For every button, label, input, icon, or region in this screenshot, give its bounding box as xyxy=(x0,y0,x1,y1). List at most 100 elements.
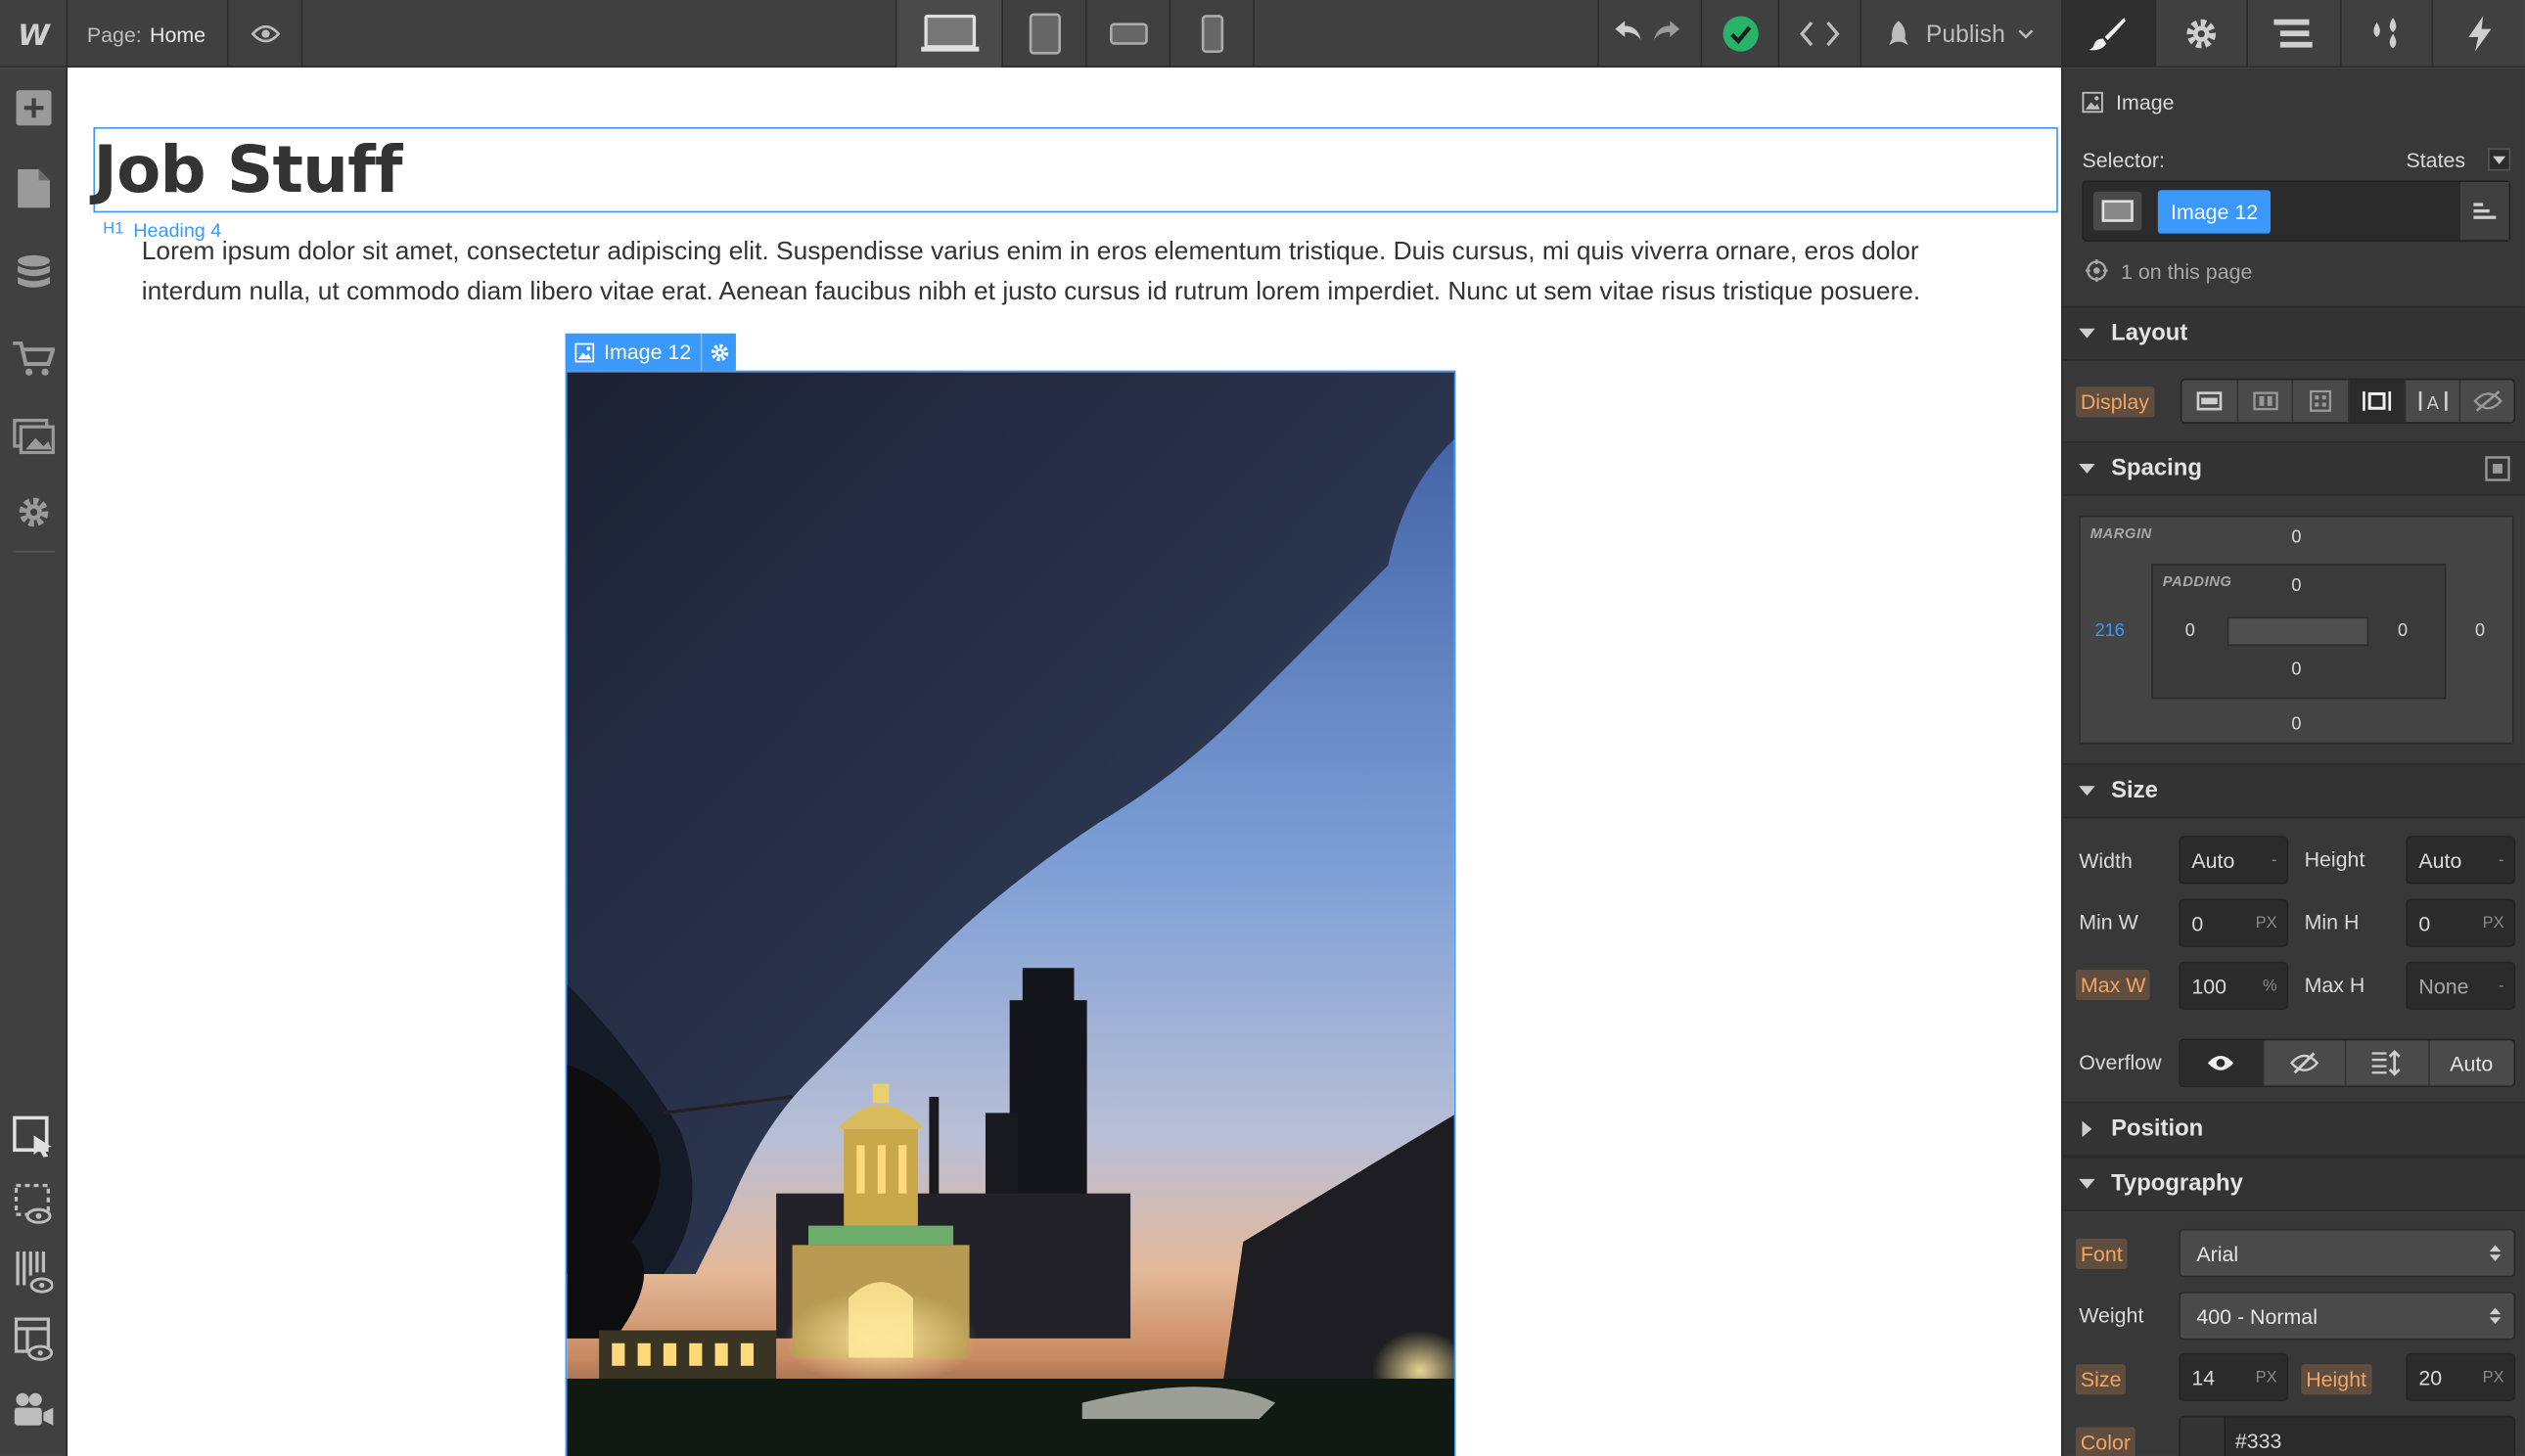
size-section-header[interactable]: Size xyxy=(2062,763,2525,819)
display-inline-icon[interactable]: A xyxy=(2406,380,2461,423)
spacing-expand-icon[interactable] xyxy=(2485,456,2510,481)
style-manager-drops-icon[interactable] xyxy=(2339,0,2432,67)
caret-down-icon xyxy=(2079,786,2095,796)
spacing-title: Spacing xyxy=(2111,455,2202,482)
preview-eye-icon[interactable] xyxy=(229,0,303,68)
show-hidden-elements-icon[interactable] xyxy=(0,1171,68,1239)
display-grid-icon[interactable] xyxy=(2294,380,2350,423)
redo-icon[interactable] xyxy=(1650,17,1682,51)
x-ray-mode-icon[interactable] xyxy=(0,1306,68,1374)
layout-section-header[interactable]: Layout xyxy=(2062,305,2525,361)
max-height-input[interactable]: None - xyxy=(2406,961,2516,1011)
weight-select[interactable]: 400 - Normal xyxy=(2179,1292,2516,1341)
select-element-icon[interactable] xyxy=(0,1104,68,1171)
margin-left-value[interactable]: 216 xyxy=(2095,621,2125,641)
navigator-icon[interactable] xyxy=(2246,0,2340,67)
padding-bottom-value[interactable]: 0 xyxy=(2291,660,2301,680)
min-width-input[interactable]: 0 PX xyxy=(2179,898,2289,947)
display-inline-block-icon[interactable] xyxy=(2349,380,2406,423)
font-size-input[interactable]: 14 PX xyxy=(2179,1352,2289,1402)
position-section-header[interactable]: Position xyxy=(2062,1101,2525,1157)
font-select[interactable]: Arial xyxy=(2179,1228,2516,1278)
image-icon xyxy=(574,341,595,362)
margin-right-value[interactable]: 0 xyxy=(2475,621,2485,641)
overflow-auto-button[interactable]: Auto xyxy=(2429,1040,2513,1085)
weight-value: 400 - Normal xyxy=(2196,1303,2318,1329)
selector-field[interactable]: Image 12 xyxy=(2082,180,2511,242)
breakpoint-switcher xyxy=(895,0,1255,68)
webflow-logo[interactable]: W xyxy=(0,0,69,68)
max-width-unit[interactable]: % xyxy=(2263,977,2277,994)
code-export-icon[interactable] xyxy=(1777,0,1862,68)
font-size-unit[interactable]: PX xyxy=(2256,1368,2277,1386)
save-status-check-icon[interactable] xyxy=(1700,0,1778,68)
page-selector[interactable]: Page: Home xyxy=(68,0,229,68)
max-width-input[interactable]: 100% xyxy=(2179,961,2289,1011)
selector-menu-icon[interactable] xyxy=(2460,181,2509,241)
display-flex-icon[interactable] xyxy=(2238,380,2294,423)
weight-label: Weight xyxy=(2079,1302,2144,1328)
color-input[interactable]: #333 xyxy=(2179,1415,2516,1456)
height-unit[interactable]: - xyxy=(2499,851,2504,869)
caret-right-icon xyxy=(2082,1120,2092,1138)
select-arrows-icon xyxy=(2489,1245,2502,1261)
max-height-unit[interactable]: - xyxy=(2499,977,2504,994)
width-unit[interactable]: - xyxy=(2272,851,2277,869)
font-label: Font xyxy=(2075,1238,2128,1270)
interactions-lightning-icon[interactable] xyxy=(2432,0,2525,67)
style-brush-icon[interactable] xyxy=(2061,0,2154,67)
height-input[interactable]: Auto - xyxy=(2406,836,2516,885)
caret-down-icon xyxy=(2079,464,2095,474)
mobile-landscape-icon[interactable] xyxy=(1087,0,1171,68)
color-swatch[interactable] xyxy=(2180,1417,2226,1456)
line-height-unit[interactable]: PX xyxy=(2483,1368,2504,1386)
cms-database-icon[interactable] xyxy=(0,240,68,307)
rocket-icon xyxy=(1889,21,1908,46)
publish-button[interactable]: Publish xyxy=(1861,0,2061,68)
layout-title: Layout xyxy=(2111,320,2188,346)
designer-canvas[interactable]: Job Stuff H1 Heading 4 Lorem ipsum dolor… xyxy=(68,68,2062,1456)
guides-toggle-icon[interactable] xyxy=(0,1239,68,1306)
min-height-input[interactable]: 0 PX xyxy=(2406,898,2516,947)
body-paragraph[interactable]: Lorem ipsum dolor sit amet, consectetur … xyxy=(142,234,1994,313)
min-height-label: Min H xyxy=(2304,909,2360,934)
line-height-input[interactable]: 20 PX xyxy=(2406,1352,2516,1402)
min-width-value: 0 xyxy=(2191,910,2204,935)
campus-dusk-photo[interactable] xyxy=(565,370,1456,1456)
display-block-icon[interactable] xyxy=(2182,380,2238,423)
min-width-label: Min W xyxy=(2079,909,2138,934)
spacing-section-header[interactable]: Spacing xyxy=(2062,441,2525,496)
padding-top-value[interactable]: 0 xyxy=(2291,576,2301,596)
overflow-label: Overflow xyxy=(2079,1050,2162,1074)
selector-class-chip[interactable]: Image 12 xyxy=(2157,190,2272,234)
padding-right-value[interactable]: 0 xyxy=(2398,621,2408,641)
overflow-visible-eye-icon[interactable] xyxy=(2180,1040,2264,1086)
image-element-tag[interactable]: Image 12 xyxy=(565,333,737,371)
min-width-unit[interactable]: PX xyxy=(2256,914,2277,932)
overflow-scroll-icon[interactable] xyxy=(2346,1040,2430,1086)
pages-icon[interactable] xyxy=(0,155,68,222)
max-height-label: Max H xyxy=(2304,973,2365,997)
mobile-portrait-icon[interactable] xyxy=(1171,0,1255,68)
typography-section-header[interactable]: Typography xyxy=(2062,1156,2525,1211)
padding-left-value[interactable]: 0 xyxy=(2185,621,2195,641)
page-heading[interactable]: Job Stuff xyxy=(93,132,402,209)
settings-gear-icon[interactable] xyxy=(0,478,68,546)
display-none-icon[interactable] xyxy=(2461,380,2514,422)
add-panel-icon[interactable] xyxy=(0,74,68,142)
desktop-icon[interactable] xyxy=(896,0,1004,68)
margin-bottom-value[interactable]: 0 xyxy=(2291,715,2301,735)
min-height-unit[interactable]: PX xyxy=(2483,914,2504,932)
undo-icon[interactable] xyxy=(1611,17,1643,51)
assets-images-icon[interactable] xyxy=(0,403,68,471)
tablet-icon[interactable] xyxy=(1003,0,1087,68)
element-settings-gear-icon[interactable] xyxy=(2153,0,2247,67)
video-tutorials-icon[interactable] xyxy=(0,1376,68,1443)
width-input[interactable]: Auto - xyxy=(2179,836,2289,885)
ecommerce-cart-icon[interactable] xyxy=(0,325,68,392)
selector-usage-count: 1 on this page xyxy=(2120,258,2253,283)
overflow-hidden-icon[interactable] xyxy=(2264,1040,2347,1086)
image-settings-gear-icon[interactable] xyxy=(701,333,736,371)
margin-top-value[interactable]: 0 xyxy=(2291,528,2301,548)
states-dropdown[interactable] xyxy=(2488,148,2511,171)
